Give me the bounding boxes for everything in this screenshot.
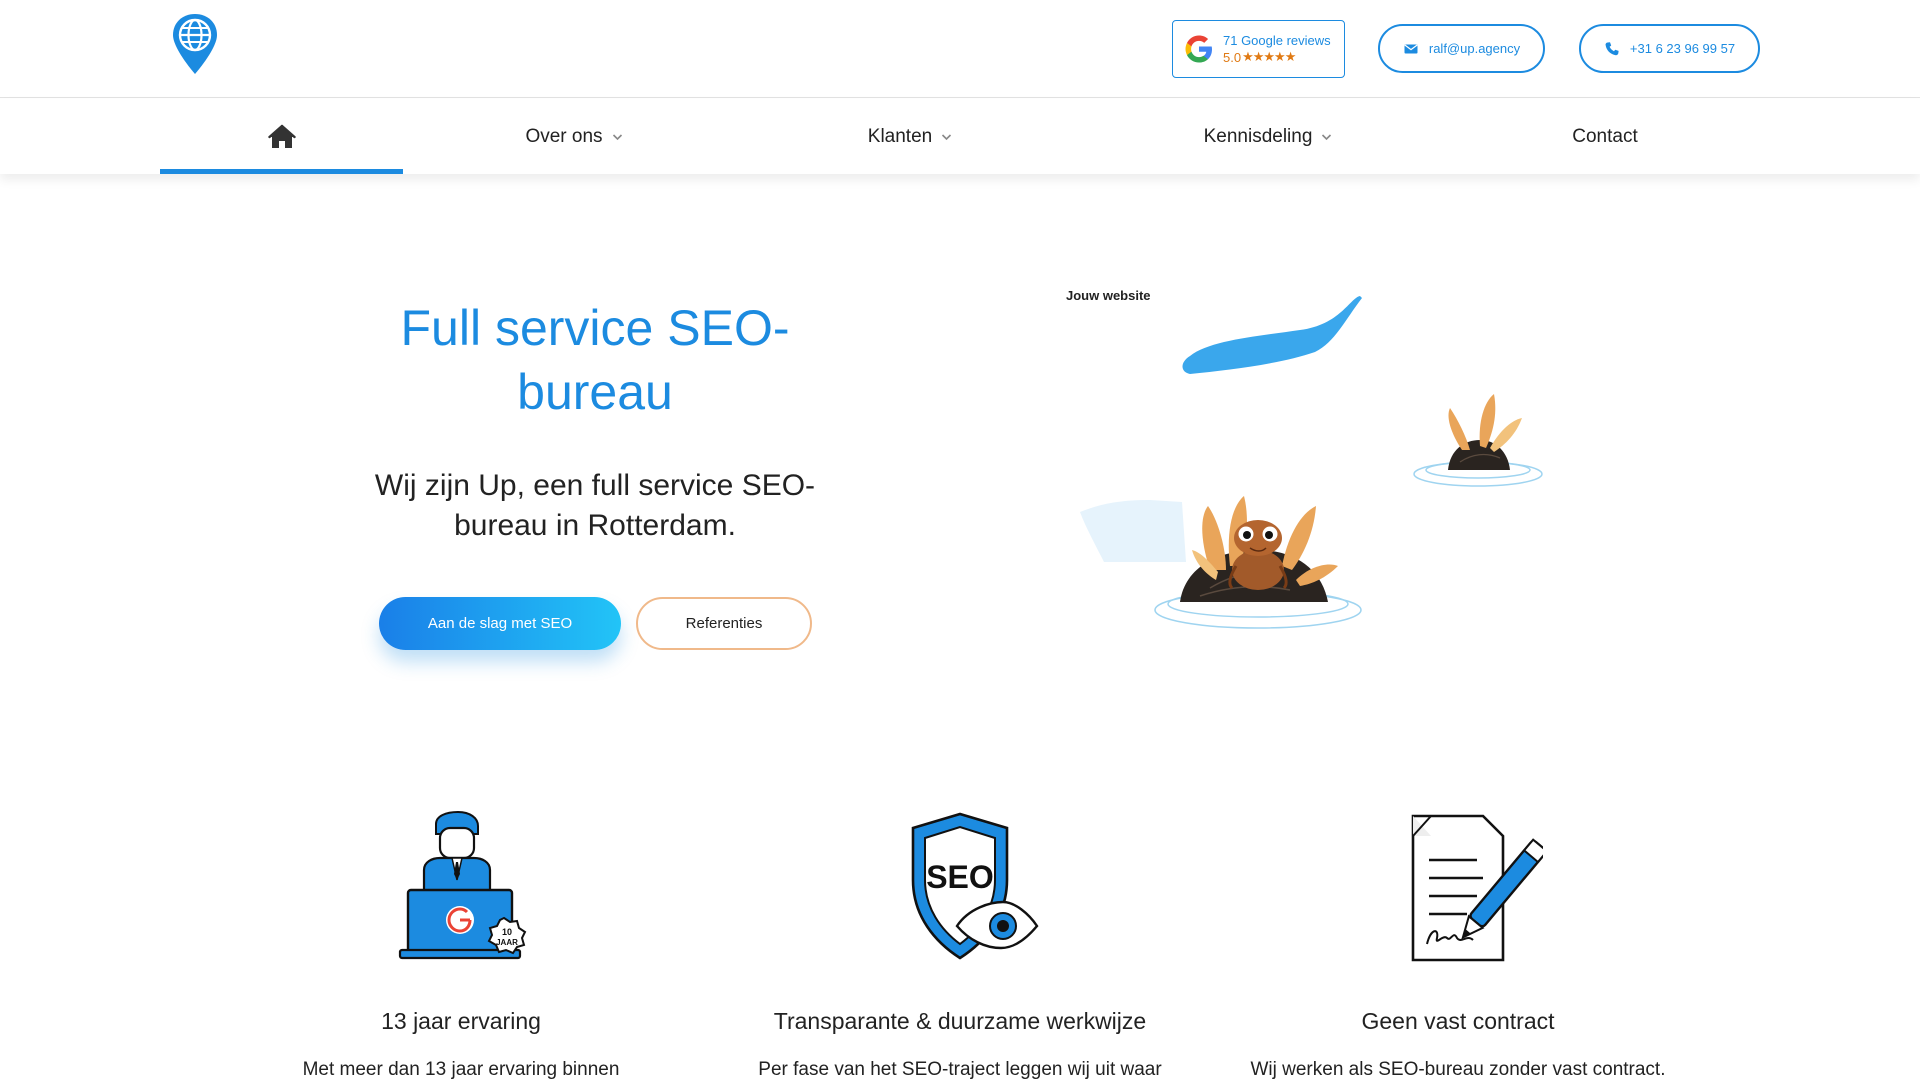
phone-icon [1605,41,1619,55]
top-bar: 71 Google reviews 5.0 ★★★★★ ralf@up.agen… [0,0,1920,98]
nav-item-label: Klanten [867,125,933,147]
review-score: 5.0 [1223,50,1242,65]
hero-title: Full service SEO-bureau [400,300,790,420]
chevron-down-icon [942,133,952,140]
feature-no-contract: Geen vast contract Wij werken als SEO-bu… [1243,810,1673,1080]
feature-title: Geen vast contract [1361,1008,1555,1034]
google-reviews-badge[interactable]: 71 Google reviews 5.0 ★★★★★ [1172,20,1345,78]
nav-item-label: Over ons [525,125,603,147]
svg-text:SEO: SEO [926,859,994,895]
feature-title: 13 jaar ervaring [381,1008,541,1034]
phone-button[interactable]: +31 6 23 96 99 57 [1579,24,1760,73]
nav-item-label: Kennisdeling [1203,125,1313,147]
home-icon [267,124,296,148]
email-label: ralf@up.agency [1428,41,1521,56]
review-count: 71 Google reviews [1223,33,1331,48]
feature-experience: 10 JAAR 13 jaar ervaring Met meer dan 13… [246,810,676,1080]
seo-shield-eye-icon: SEO [911,812,1039,960]
seo-consultant-icon: 10 JAAR [398,810,527,960]
feature-title: Transparante & duurzame werkwijze [773,1008,1147,1034]
active-tab-indicator [160,169,403,174]
svg-text:10: 10 [502,927,512,937]
rating-stars-icon: ★★★★★ [1242,50,1296,65]
nav-item-klanten[interactable]: Klanten [840,99,980,174]
get-started-seo-button[interactable]: Aan de slag met SEO [379,597,621,650]
globe-pin-icon[interactable] [170,12,220,76]
feature-transparency: SEO Transparante & duurzame werkwijze Pe… [745,810,1175,1080]
nav-item-contact[interactable]: Contact [1540,99,1670,174]
nav-item-kennisdeling[interactable]: Kennisdeling [1170,99,1366,174]
mail-icon [1404,43,1418,53]
signed-contract-icon [1411,814,1543,962]
phone-label: +31 6 23 96 99 57 [1629,41,1736,56]
feature-text: Wij werken als SEO-bureau zonder vast co… [1250,1059,1666,1080]
nav-item-label: Contact [1572,125,1638,147]
chevron-down-icon [612,133,622,140]
hero-illustration [1080,296,1543,629]
hero-subtitle: Wij zijn Up, een full service SEO-bureau… [374,469,816,542]
svg-text:JAAR: JAAR [496,938,518,947]
feature-text: Met meer dan 13 jaar ervaring binnen [302,1059,620,1080]
nav-item-over-ons[interactable]: Over ons [490,99,658,174]
nav-home[interactable] [160,99,403,174]
feature-text: Per fase van het SEO-traject leggen wij … [758,1059,1162,1080]
main-navigation: Over ons Klanten Kennisdeling Contact [0,99,1920,174]
email-button[interactable]: ralf@up.agency [1378,24,1545,73]
references-button[interactable]: Referenties [636,597,812,650]
google-icon [1185,35,1212,63]
chevron-down-icon [1322,133,1332,140]
